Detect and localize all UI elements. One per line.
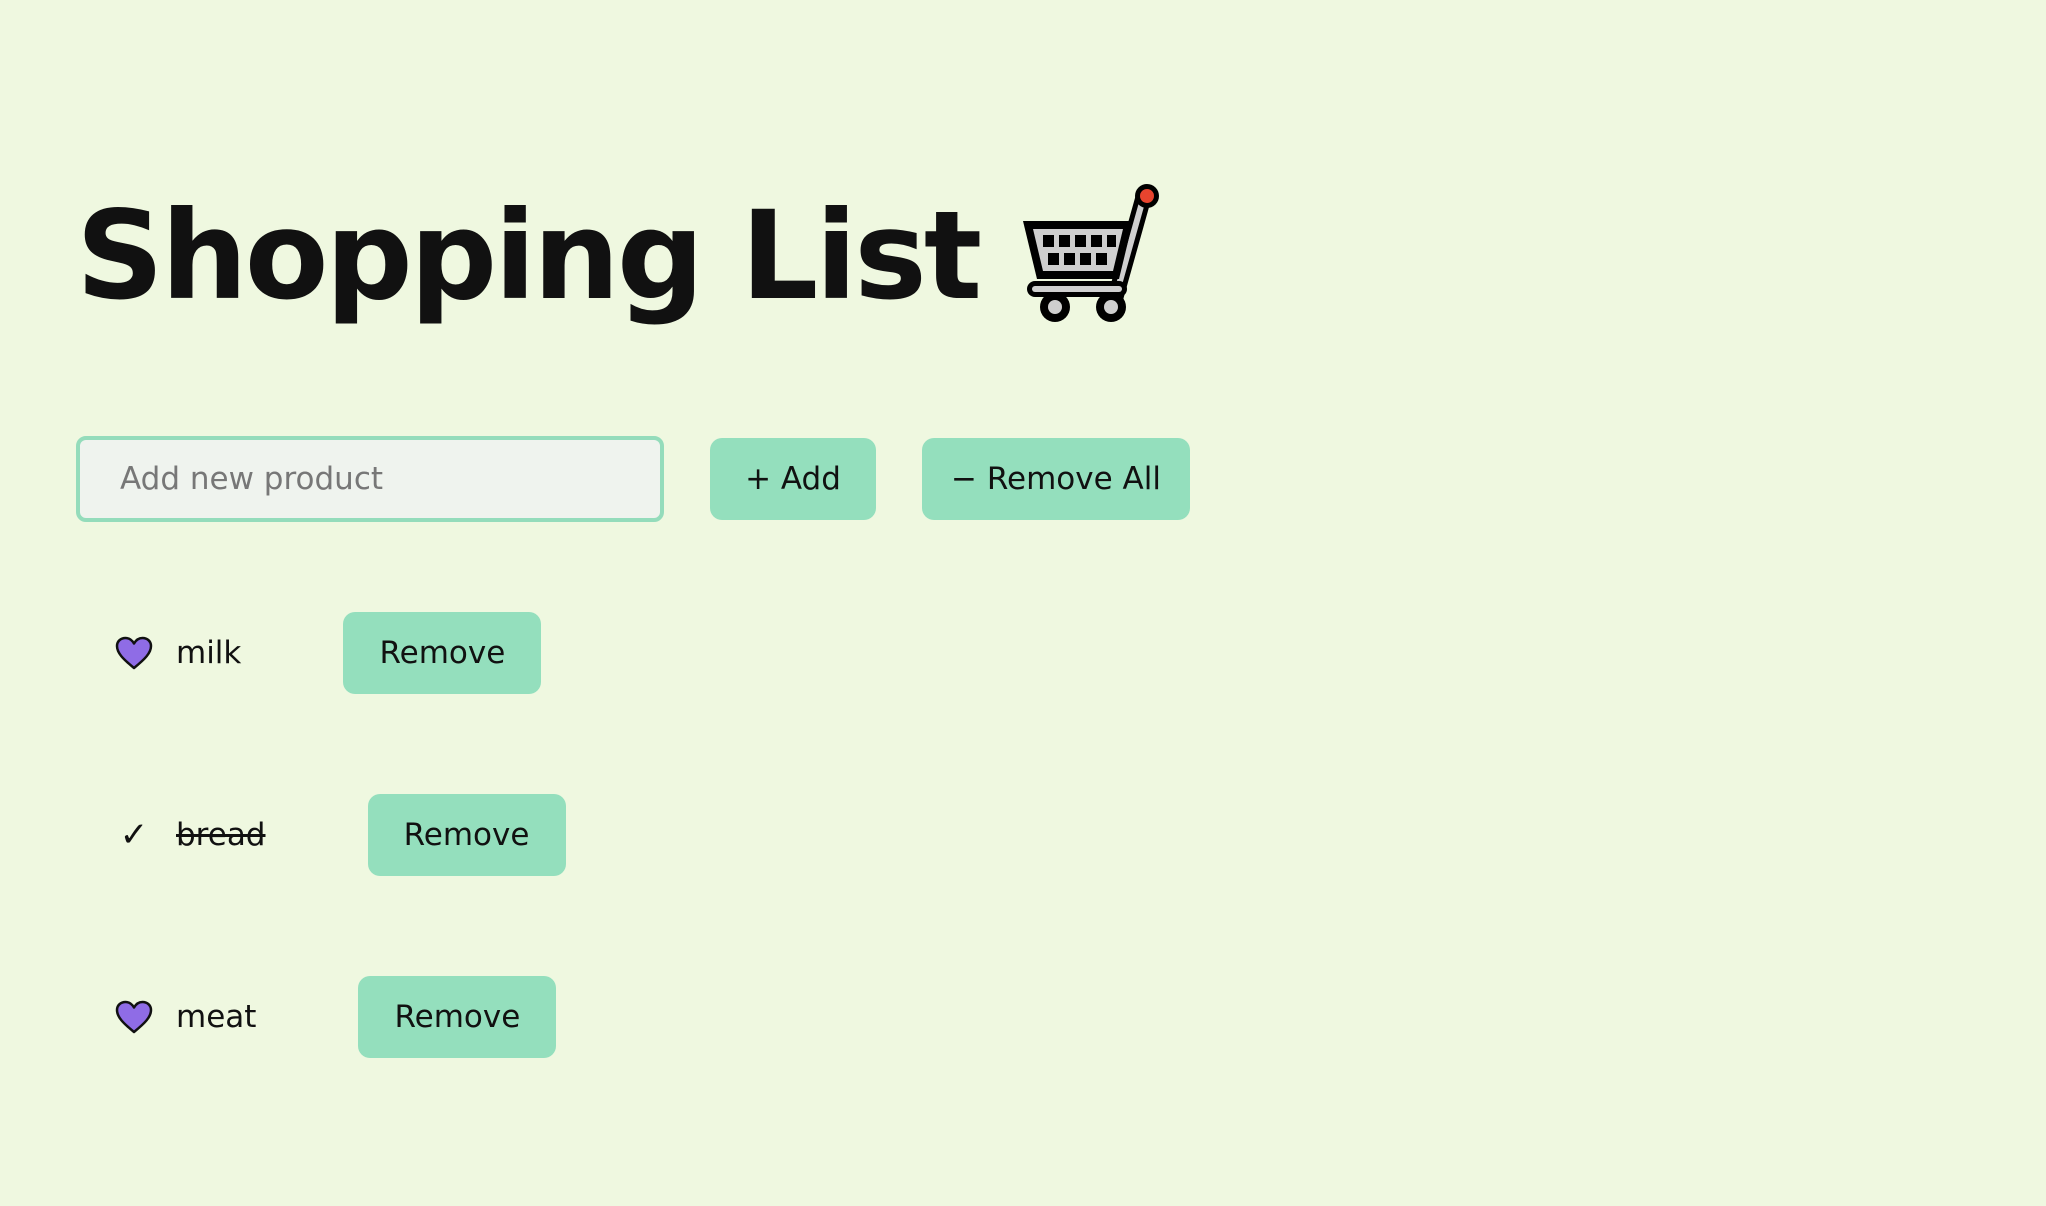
shopping-cart-icon: [1015, 181, 1169, 331]
remove-button[interactable]: Remove: [367, 794, 566, 876]
list-item-name[interactable]: bread: [176, 817, 266, 853]
remove-button[interactable]: Remove: [343, 612, 542, 694]
product-list: milk Remove ✓ bread Remove meat Remove: [76, 612, 566, 1158]
add-product-form: + Add − Remove All: [76, 436, 1190, 522]
list-item: ✓ bread Remove: [76, 794, 566, 876]
list-item-name[interactable]: meat: [176, 999, 256, 1035]
remove-button[interactable]: Remove: [358, 976, 557, 1058]
check-mark-glyph: ✓: [119, 815, 149, 855]
remove-all-button[interactable]: − Remove All: [922, 438, 1190, 520]
list-item: meat Remove: [76, 976, 566, 1058]
purple-heart-icon[interactable]: [114, 997, 154, 1037]
list-item-name[interactable]: milk: [176, 635, 241, 671]
page-title: Shopping List: [76, 185, 982, 327]
purple-heart-icon[interactable]: [114, 633, 154, 673]
header: Shopping List: [76, 176, 1169, 336]
list-item: milk Remove: [76, 612, 566, 694]
check-mark-icon[interactable]: ✓: [114, 815, 154, 855]
add-product-input[interactable]: [76, 436, 664, 522]
add-button[interactable]: + Add: [710, 438, 876, 520]
